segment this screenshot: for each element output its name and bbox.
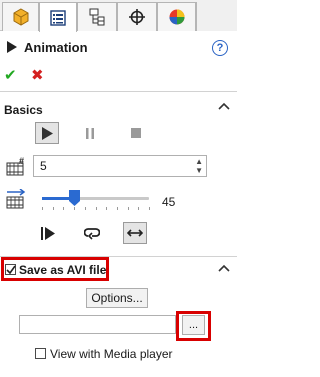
- pause-button[interactable]: [78, 122, 102, 144]
- frames-spinbox[interactable]: 5 ▲ ▼: [33, 155, 207, 177]
- slider-tick: [52, 207, 54, 210]
- highlight-box-save-avi: [1, 257, 109, 281]
- speed-icon: [6, 188, 28, 212]
- help-icon[interactable]: ?: [212, 40, 228, 56]
- slider-tick: [116, 207, 118, 210]
- stop-button[interactable]: [124, 122, 148, 144]
- slider-tick: [138, 207, 140, 210]
- frames-icon: #: [6, 156, 28, 179]
- slider-tick: [42, 207, 43, 210]
- speed-slider-track[interactable]: [42, 197, 149, 200]
- media-player-label[interactable]: View with Media player: [50, 347, 173, 361]
- slider-tick: [63, 207, 65, 210]
- loop-button[interactable]: [80, 222, 104, 244]
- slider-tick: [127, 207, 129, 210]
- speed-value: 45: [162, 195, 176, 209]
- tab-property-manager[interactable]: [39, 2, 77, 32]
- frames-value: 5: [40, 159, 47, 173]
- slider-tick: [106, 207, 108, 210]
- play-once-button[interactable]: [36, 222, 60, 244]
- feature-expand-icon: [7, 41, 17, 56]
- highlight-box-browse: [176, 311, 211, 341]
- stop-icon: [131, 128, 141, 138]
- feature-manager-icon: [13, 8, 28, 26]
- cancel-button[interactable]: ✖: [31, 66, 44, 84]
- ok-button[interactable]: ✔: [4, 66, 17, 84]
- slider-tick: [74, 207, 76, 210]
- property-manager-icon: [50, 9, 66, 26]
- play-once-icon: [41, 226, 55, 240]
- tab-display-manager[interactable]: [157, 2, 196, 31]
- slider-tick: [84, 207, 86, 210]
- loop-icon: [84, 228, 100, 240]
- slider-tick: [95, 207, 97, 210]
- dimxpert-icon: [129, 9, 145, 25]
- options-button[interactable]: Options...: [86, 288, 148, 308]
- chevron-up-icon[interactable]: [218, 101, 230, 114]
- play-icon: [42, 126, 53, 140]
- play-button[interactable]: [35, 122, 59, 144]
- pause-icon: [86, 127, 94, 139]
- media-player-checkbox[interactable]: [35, 348, 46, 359]
- tab-configuration-manager[interactable]: [77, 2, 117, 31]
- avi-file-path-input[interactable]: [19, 315, 176, 334]
- slider-tick: [149, 207, 150, 210]
- speed-slider-thumb[interactable]: [68, 190, 80, 206]
- configuration-manager-icon: [89, 8, 105, 26]
- chevron-up-icon[interactable]: [218, 263, 230, 276]
- display-manager-icon: [169, 9, 184, 25]
- spin-down-icon[interactable]: ▼: [195, 166, 203, 175]
- tab-dimxpert-manager[interactable]: [117, 2, 157, 31]
- tab-overflow-area: [196, 2, 237, 31]
- reciprocate-icon: [127, 229, 143, 237]
- divider: [0, 91, 237, 92]
- tab-feature-manager[interactable]: [2, 2, 39, 31]
- page-title: Animation: [24, 40, 88, 55]
- spin-up-icon[interactable]: ▲: [195, 157, 203, 166]
- svg-text:#: #: [19, 156, 24, 166]
- reciprocate-button[interactable]: [123, 222, 147, 244]
- section-title-basics: Basics: [4, 103, 43, 117]
